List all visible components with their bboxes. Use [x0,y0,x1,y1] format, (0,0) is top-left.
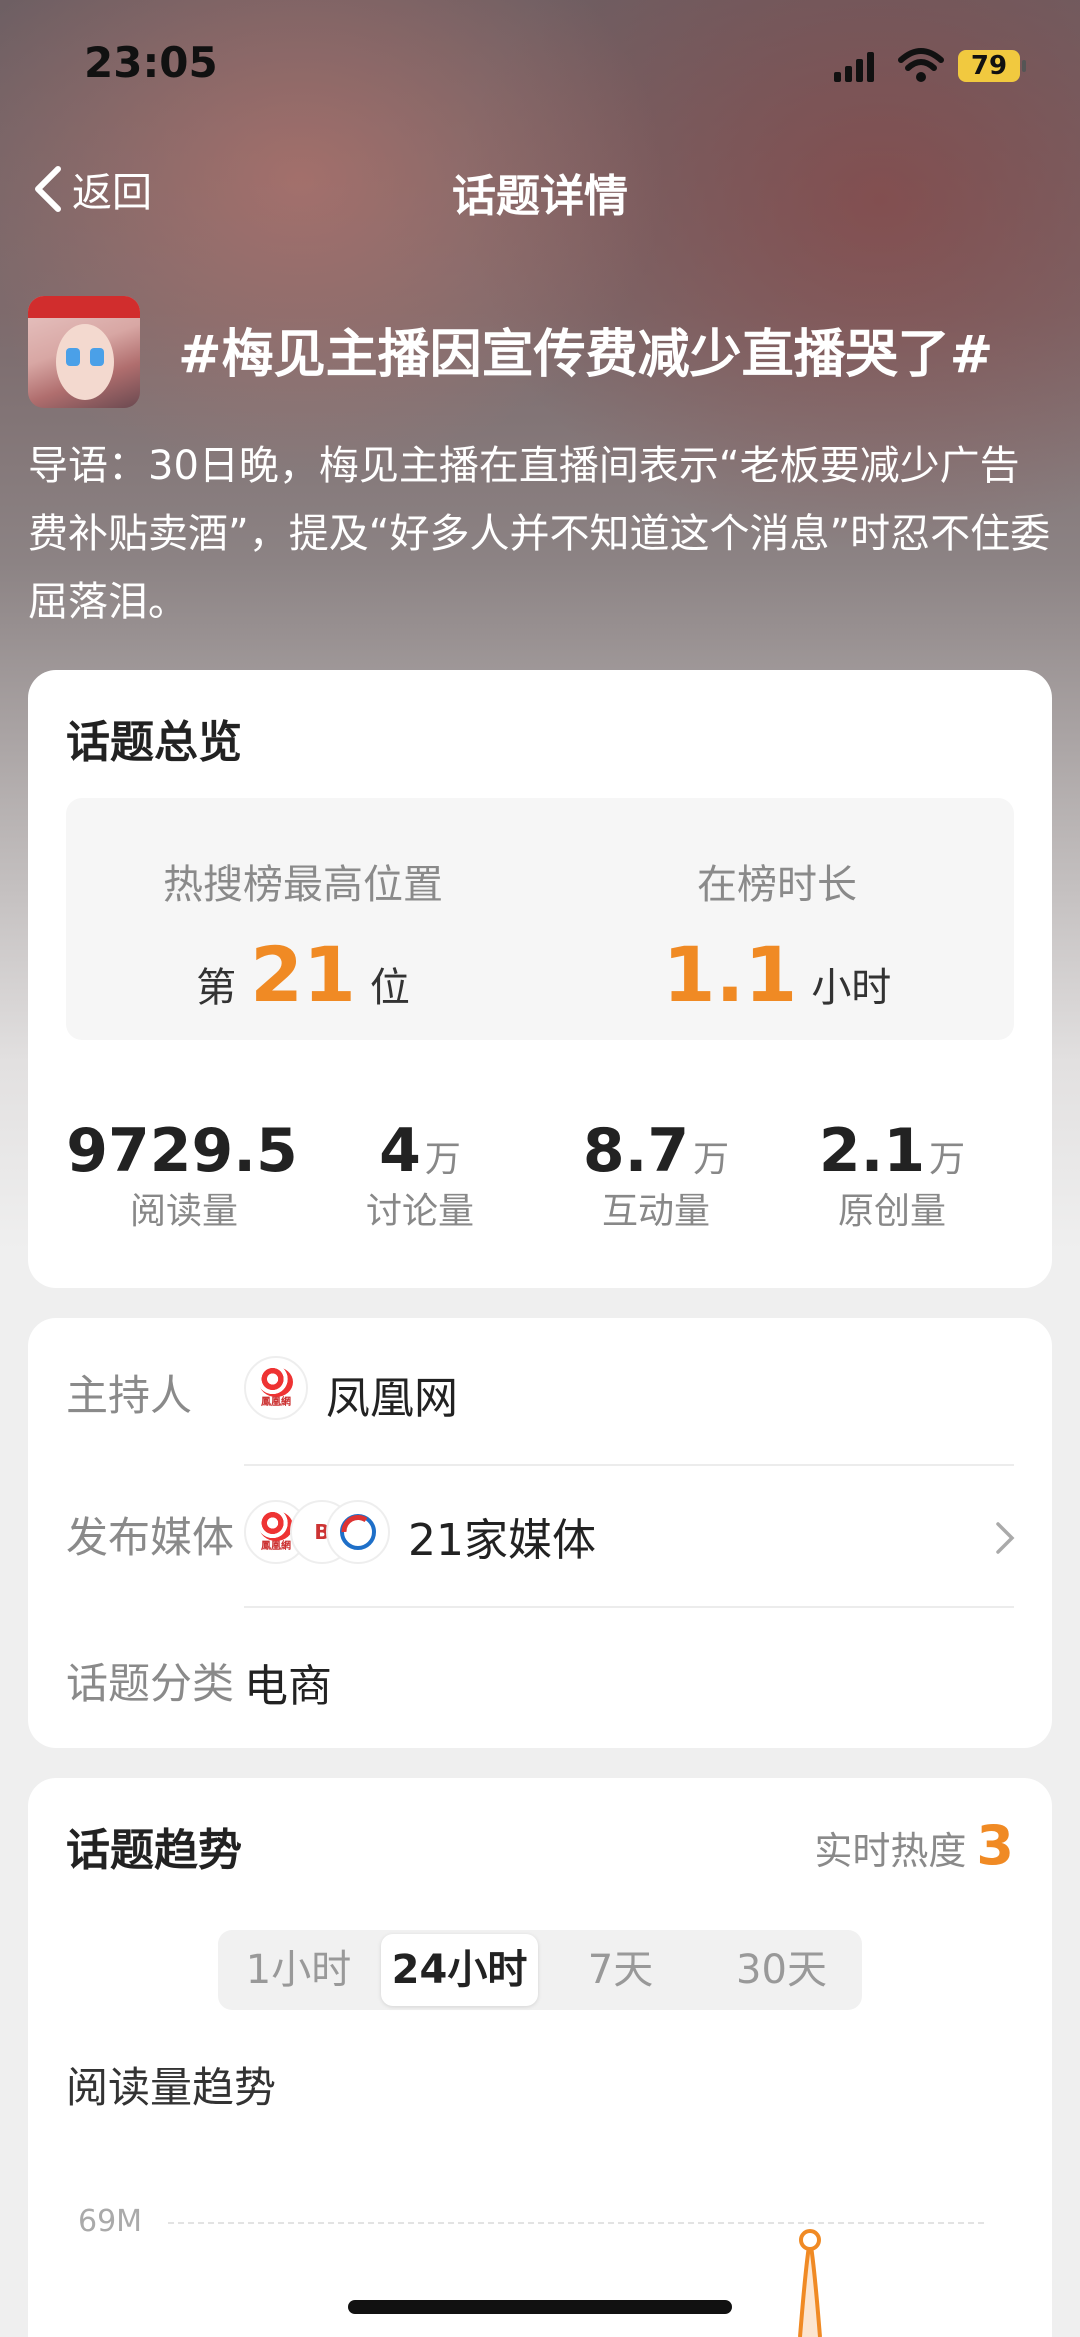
battery-icon: 79 [958,50,1020,82]
duration-value: 1.1 [662,930,798,1019]
stat-read: 9729.5 阅读量 [66,1116,302,1234]
stat-read-value: 9729.5 [66,1116,298,1186]
stat-discuss: 4万 讨论量 [302,1116,538,1234]
rank-label: 热搜榜最高位置 [163,862,443,908]
realtime-heat: 实时热度 3 [760,1814,1014,1877]
realtime-label: 实时热度 [814,1829,967,1873]
host-value[interactable]: 凤凰网 [326,1362,458,1426]
range-7d[interactable]: 7天 [540,1930,701,2010]
rank-value-group: 第 21 位 [66,930,540,1019]
stat-read-label: 阅读量 [129,1191,238,1232]
stat-discuss-value: 4 [379,1116,421,1186]
stat-original: 2.1 万 原创量 [774,1116,1010,1234]
duration-unit: 小时 [811,965,892,1011]
overview-title: 话题总览 [66,717,242,768]
home-indicator [348,2300,732,2314]
status-time: 23:05 [84,38,218,87]
duration-value-group: 1.1 小时 [540,930,1014,1019]
read-trend-title: 阅读量趋势 [66,2063,277,2112]
range-30d[interactable]: 30天 [701,1930,862,2010]
rank-suffix: 位 [369,965,410,1011]
topic-thumbnail [28,296,140,408]
category-label: 话题分类 [66,1659,235,1708]
chevron-right-icon [996,1522,1015,1554]
range-selector: 1小时 24小时 7天 30天 [218,1930,862,2010]
topic-title: #梅见主播因宣传费减少直播哭了# [178,325,994,385]
host-label: 主持人 [66,1371,193,1420]
stat-interact: 8.7 万 互动量 [538,1116,774,1234]
trend-line [798,2229,822,2337]
realtime-value: 3 [976,1814,1014,1877]
rank-value: 21 [250,930,356,1019]
duration-label: 在榜时长 [697,862,857,908]
stat-discuss-unit: 万 [424,1139,461,1180]
media-label: 发布媒体 [66,1513,235,1562]
stat-original-unit: 万 [929,1139,966,1180]
signal-icon [834,52,876,82]
stat-interact-label: 互动量 [601,1191,710,1232]
wifi-icon [898,48,944,84]
trend-title: 话题趋势 [66,1825,242,1876]
ifeng-logo: 鳳凰網 [244,1356,308,1420]
stat-original-label: 原创量 [837,1191,946,1232]
y-axis-tick: 69M [78,2204,143,2239]
topic-intro: 导语：30日晚，梅见主播在直播间表示“老板要减少广告费补贴卖酒”，提及“好多人并… [28,443,1051,625]
media-value: 21家媒体 [408,1515,596,1566]
battery-tip [1022,60,1026,72]
media-logo-circle [326,1500,390,1564]
rank-prefix: 第 [196,965,237,1011]
stat-interact-value: 8.7 [582,1116,690,1186]
stat-interact-unit: 万 [693,1139,730,1180]
page-title: 话题详情 [452,171,628,222]
stat-original-value: 2.1 [818,1116,926,1186]
range-1h[interactable]: 1小时 [218,1930,379,2010]
range-24h[interactable]: 24小时 [381,1934,538,2006]
trend-peak-point [799,2229,821,2251]
category-value: 电商 [244,1661,332,1712]
stat-discuss-label: 讨论量 [365,1191,474,1232]
divider [244,1606,1014,1608]
